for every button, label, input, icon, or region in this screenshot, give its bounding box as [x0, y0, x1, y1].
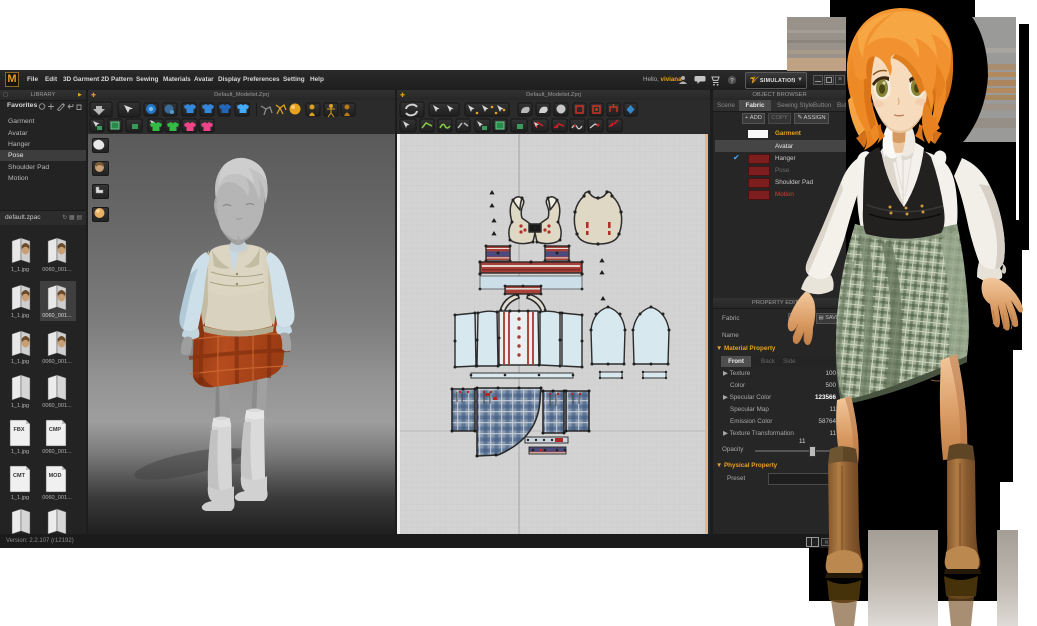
svg-text:0060_001...: 0060_001... [42, 495, 72, 501]
svg-text:0060_001...: 0060_001... [42, 313, 72, 319]
svg-text:1_1.jpg: 1_1.jpg [11, 403, 29, 409]
svg-text:1_1.jpg: 1_1.jpg [11, 449, 29, 455]
svg-text:0060_001...: 0060_001... [42, 449, 72, 455]
svg-text:FBX: FBX [14, 427, 25, 433]
svg-text:0060_001...: 0060_001... [42, 267, 72, 273]
svg-text:0060_001...: 0060_001... [42, 359, 72, 365]
svg-text:?: ? [730, 78, 734, 85]
svg-text:1_1.jpg: 1_1.jpg [11, 313, 29, 319]
svg-text:0060_001...: 0060_001... [42, 403, 72, 409]
svg-text:CMP: CMP [49, 427, 62, 433]
svg-text:1_1.jpg: 1_1.jpg [11, 267, 29, 273]
svg-text:MOD: MOD [49, 473, 62, 479]
svg-text:CMT: CMT [13, 473, 26, 479]
svg-text:1_1.jpg: 1_1.jpg [11, 495, 29, 501]
svg-text:1_1.jpg: 1_1.jpg [11, 359, 29, 365]
